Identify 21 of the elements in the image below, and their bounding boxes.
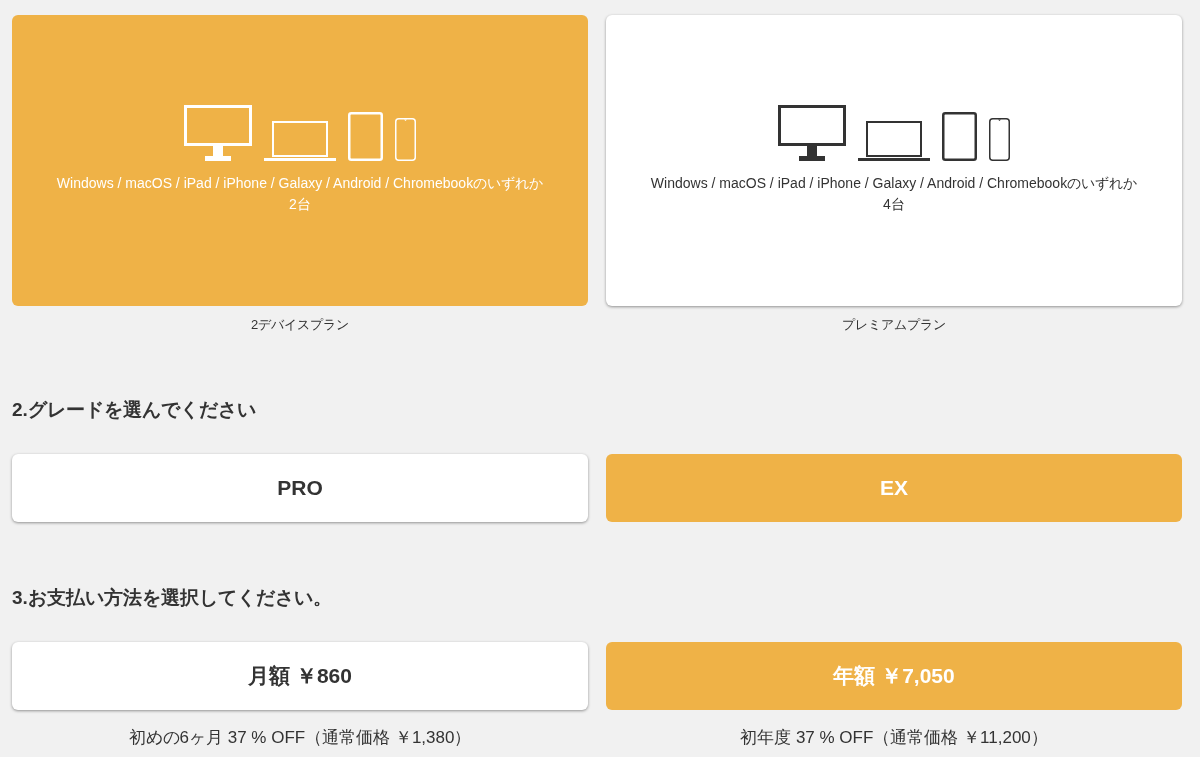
grade-option-button[interactable]: PRO [12, 454, 588, 522]
monitor-icon [778, 105, 846, 161]
plan-card[interactable]: Windows / macOS / iPad / iPhone / Galaxy / Android / Chromebookのいずれか 4台 [606, 15, 1182, 306]
plan-name: プレミアムプラン [842, 316, 946, 334]
smartphone-icon [395, 118, 416, 161]
smartphone-icon [989, 118, 1010, 161]
device-count-text: 2台 [289, 195, 311, 214]
section-heading: 3.お支払い方法を選択してください。 [12, 586, 333, 610]
monitor-icon [184, 105, 252, 161]
payment-option-button[interactable]: 月額 ￥860 [12, 642, 588, 710]
plan-name: 2デバイスプラン [250, 316, 350, 334]
device-count-text: 4台 [883, 195, 905, 214]
discount-note: 初めの6ヶ月 37 % OFF（通常価格 ￥1,380） [128, 727, 472, 749]
discount-note: 初年度 37 % OFF（通常価格 ￥11,200） [740, 727, 1048, 749]
tablet-icon [348, 112, 383, 161]
section-heading: 2.グレードを選んでください [12, 398, 257, 422]
laptop-icon [858, 121, 930, 161]
device-list-text: Windows / macOS / iPad / iPhone / Galaxy / Android / Chromebookのいずれか [56, 174, 544, 193]
laptop-icon [264, 121, 336, 161]
tablet-icon [942, 112, 977, 161]
device-list-text: Windows / macOS / iPad / iPhone / Galaxy / Android / Chromebookのいずれか [650, 174, 1138, 193]
